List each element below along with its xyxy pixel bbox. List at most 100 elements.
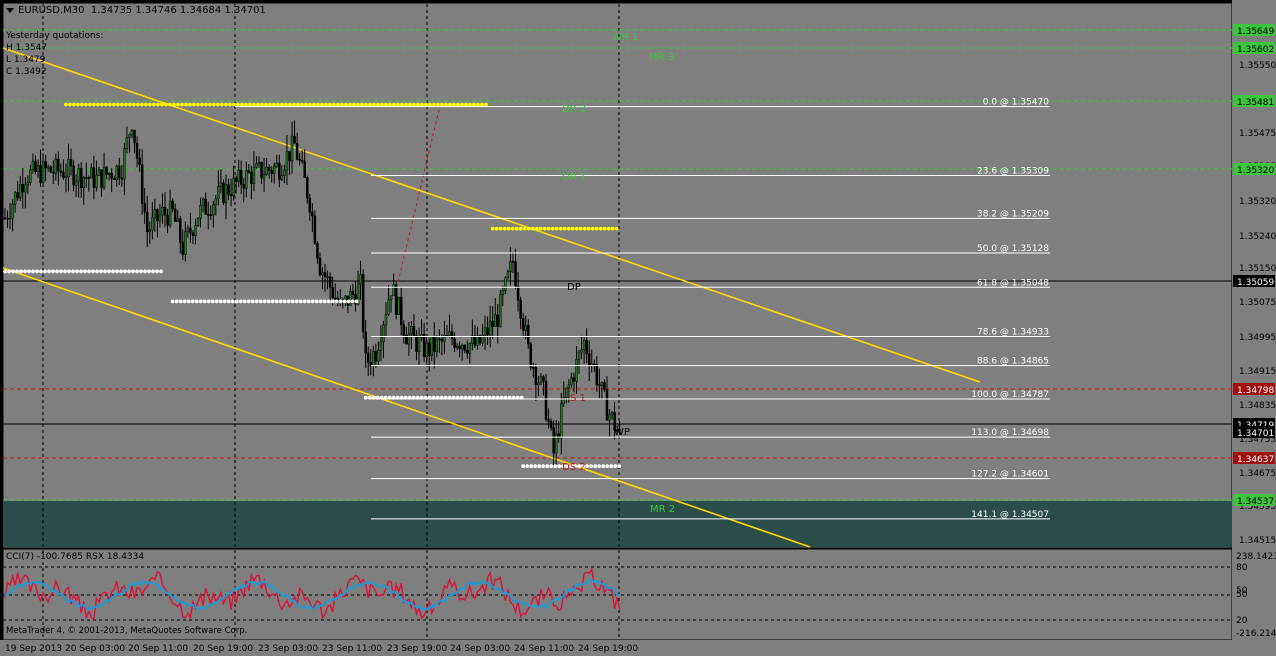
price-mark-label: 1.35481	[1237, 98, 1274, 108]
candle-body	[450, 331, 454, 339]
candle-body	[351, 291, 355, 295]
level-dot	[228, 102, 232, 107]
candle-body	[349, 291, 352, 306]
level-dot	[270, 299, 275, 304]
level-dot	[264, 102, 268, 107]
level-dot	[140, 102, 144, 107]
level-dot	[252, 102, 256, 107]
fib-label: 88.6 @ 1.34865	[977, 357, 1049, 367]
candle-body	[128, 134, 131, 138]
level-dot	[420, 102, 424, 107]
level-dot	[384, 102, 388, 107]
level-dot	[276, 102, 280, 107]
candle-body	[54, 158, 58, 174]
level-dot	[210, 299, 215, 304]
candle-body	[118, 165, 121, 179]
yesterday-low: L 1.3479	[6, 55, 46, 65]
candle-body	[24, 184, 27, 193]
level-dot	[127, 269, 131, 274]
level-dot	[593, 464, 598, 469]
price-chart[interactable]: 0.0 @ 1.35470 23.6 @ 1.35309 38.2 @ 1.3520…	[0, 0, 1276, 656]
level-dot	[597, 464, 602, 469]
level-dot	[440, 102, 444, 107]
level-dot	[91, 269, 95, 274]
level-dot	[79, 269, 83, 274]
candle-body	[300, 160, 304, 162]
candle-body	[290, 135, 294, 162]
fib-label: 23.6 @ 1.35309	[977, 167, 1049, 177]
level-dot	[506, 226, 511, 231]
level-dot	[533, 464, 538, 469]
level-dot	[310, 299, 315, 304]
level-dot	[192, 102, 196, 107]
candle-body	[245, 170, 248, 189]
level-dot	[11, 269, 15, 274]
level-dot	[188, 102, 192, 107]
candle-body	[547, 419, 550, 422]
level-dot	[144, 102, 148, 107]
candle-body	[242, 184, 246, 189]
candle-body	[476, 335, 479, 346]
candle-body	[219, 182, 223, 187]
chart-header[interactable]: EURUSD,M30 1.34735 1.34746 1.34684 1.347…	[6, 5, 266, 16]
copyright-text: MetaTrader 4, © 2001-2013, MetaQuotes So…	[6, 626, 248, 636]
candle-body	[306, 177, 309, 199]
candle-body	[31, 160, 35, 170]
candle-body	[293, 135, 296, 144]
level-dot	[31, 269, 35, 274]
level-dot	[376, 102, 380, 107]
candle-body	[387, 299, 390, 315]
time-tick-label: 23 Sep 19:00	[387, 644, 447, 654]
time-tick-label: 20 Sep 03:00	[65, 644, 125, 654]
candle-body	[138, 157, 141, 165]
oscillator-scale-label: 80	[1236, 563, 1248, 573]
candle-body	[379, 341, 383, 351]
level-dot	[148, 102, 152, 107]
candle-body	[107, 173, 111, 175]
level-dot	[136, 102, 140, 107]
candle-body	[77, 168, 80, 182]
price-tick-label: 1.34835	[1239, 401, 1276, 411]
level-dot	[606, 226, 611, 231]
candle-body	[130, 129, 134, 136]
level-dot	[529, 464, 534, 469]
time-tick-label: 19 Sep 2013	[5, 644, 62, 654]
candle-body	[82, 177, 85, 189]
candle-body	[603, 382, 606, 391]
level-dot	[296, 102, 300, 107]
level-dot	[534, 226, 539, 231]
oscillator-scale-label: -216.2145	[1236, 629, 1276, 639]
time-tick-label: 20 Sep 19:00	[193, 644, 253, 654]
level-dot	[220, 102, 224, 107]
candle-body	[496, 314, 500, 328]
chevron-down-icon[interactable]	[6, 7, 14, 13]
candle-body	[448, 331, 451, 336]
candle-body	[544, 381, 548, 420]
level-dot	[344, 102, 348, 107]
level-dot	[238, 299, 243, 304]
candle-body	[161, 206, 164, 216]
level-dot	[537, 464, 542, 469]
candle-body	[135, 142, 139, 159]
level-dot	[71, 269, 75, 274]
level-dot	[51, 269, 55, 274]
candle-body	[519, 299, 522, 319]
level-dot	[554, 226, 559, 231]
level-dot	[404, 102, 408, 107]
candle-body	[199, 205, 202, 219]
level-dot	[35, 269, 39, 274]
price-tick-label: 1.34995	[1239, 333, 1276, 343]
level-dot	[292, 102, 296, 107]
level-dot	[288, 102, 292, 107]
candle-body	[316, 243, 319, 259]
level-dot	[334, 299, 339, 304]
price-tick-label: 1.35075	[1239, 298, 1276, 308]
level-dot	[424, 102, 428, 107]
candle-body	[435, 338, 439, 352]
candle-body	[532, 367, 535, 369]
candle-body	[433, 336, 436, 352]
fib-label: 0.0 @ 1.35470	[983, 98, 1050, 108]
level-dot	[609, 464, 614, 469]
level-dot	[132, 102, 136, 107]
candle-body	[524, 325, 527, 331]
